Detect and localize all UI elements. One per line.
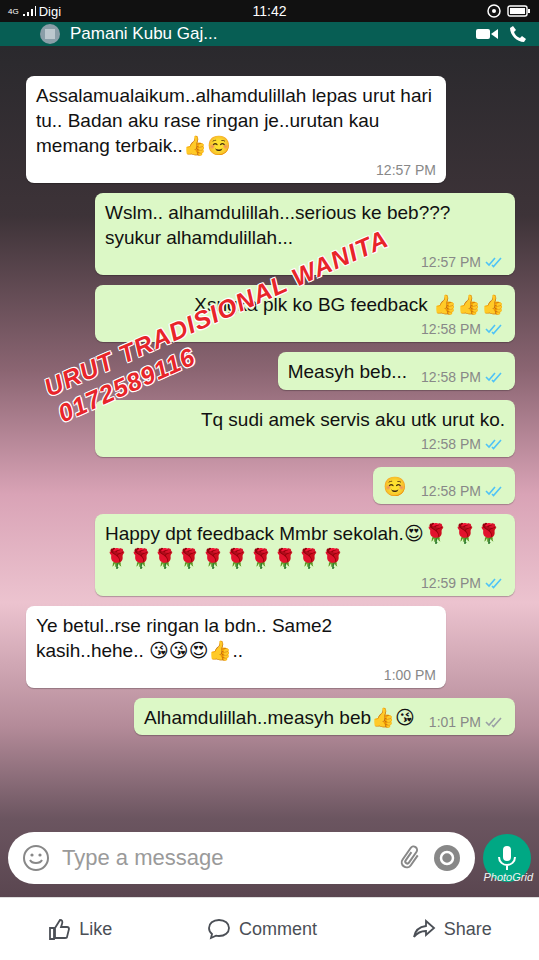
read-ticks-icon: [485, 371, 505, 383]
message-bubble[interactable]: Assalamualaikum..alhamdulillah lepas uru…: [26, 76, 446, 183]
read-ticks-icon: [485, 716, 505, 728]
message-row: Wslm.. alhamdulillah...serious ke beb???…: [0, 193, 539, 275]
facebook-action-bar: Like Comment Share: [0, 897, 539, 960]
message-bubble[interactable]: Alhamdulillah..measyh beb👍😘 1:01 PM: [134, 698, 515, 735]
message-text: Happy dpt feedback Mmbr sekolah.😍🌹 🌹🌹🌹🌹🌹…: [105, 521, 505, 571]
input-bar: PhotoGrid: [0, 819, 539, 897]
message-text: Ye betul..rse ringan la bdn.. Same2 kasi…: [36, 613, 436, 663]
read-ticks-icon: [485, 323, 505, 335]
message-bubble[interactable]: Measyh beb... 12:58 PM: [278, 352, 515, 389]
message-row: Measyh beb... 12:58 PM: [0, 352, 539, 389]
action-label: Comment: [239, 919, 317, 940]
battery-icon: [507, 5, 531, 17]
message-time: 12:59 PM: [421, 575, 481, 591]
phone-call-icon[interactable]: [509, 25, 527, 43]
action-label: Share: [444, 919, 492, 940]
signal-icon: [22, 5, 36, 17]
message-row: Alhamdulillah..measyh beb👍😘 1:01 PM: [0, 698, 539, 735]
video-call-icon[interactable]: [475, 26, 499, 42]
attach-icon[interactable]: [399, 844, 423, 872]
message-row: ☺️ 12:58 PM: [0, 467, 539, 504]
message-bubble[interactable]: ☺️ 12:58 PM: [373, 467, 515, 504]
sync-icon: [487, 4, 501, 18]
message-row: Tq sudi amek servis aku utk urut ko. 12:5…: [0, 400, 539, 457]
chat-header[interactable]: Pamani Kubu Gaj...: [0, 22, 539, 46]
avatar-icon[interactable]: [40, 24, 60, 44]
message-meta: 12:57 PM: [407, 250, 505, 270]
message-meta: 1:00 PM: [370, 663, 436, 683]
message-row: Ye betul..rse ringan la bdn.. Same2 kasi…: [0, 606, 539, 688]
message-meta: 12:58 PM: [407, 317, 505, 337]
read-ticks-icon: [485, 485, 505, 497]
action-button[interactable]: Comment: [197, 911, 327, 947]
network-type: 4G: [8, 7, 19, 16]
watermark: URUT TRADISIONAL WANITA0172589116: [40, 224, 405, 428]
carrier: Digi: [39, 4, 61, 19]
message-row: Assalamualaikum..alhamdulillah lepas uru…: [0, 76, 539, 183]
watermark-title: URUT TRADISIONAL WANITA: [40, 224, 393, 402]
message-text: ☺️: [383, 474, 407, 499]
microphone-icon: [497, 845, 517, 871]
message-bubble[interactable]: Wslm.. alhamdulillah...serious ke beb???…: [95, 193, 515, 275]
message-meta: 12:58 PM: [407, 365, 505, 385]
message-time: 1:00 PM: [384, 667, 436, 683]
message-time: 1:01 PM: [429, 714, 481, 730]
message-text: Xsngka plk ko BG feedback 👍👍👍: [194, 292, 505, 317]
message-row: Xsngka plk ko BG feedback 👍👍👍 12:58 PM: [0, 285, 539, 342]
like-icon: [47, 917, 71, 941]
watermark-phone: 0172589116: [52, 250, 405, 428]
clock: 11:42: [182, 3, 356, 19]
message-bubble[interactable]: Xsngka plk ko BG feedback 👍👍👍 12:58 PM: [95, 285, 515, 342]
share-icon: [412, 917, 436, 941]
contact-name: Pamani Kubu Gaj...: [70, 24, 465, 44]
message-time: 12:58 PM: [421, 436, 481, 452]
action-label: Like: [79, 919, 112, 940]
message-bubble[interactable]: Ye betul..rse ringan la bdn.. Same2 kasi…: [26, 606, 446, 688]
photogrid-watermark: PhotoGrid: [483, 871, 533, 883]
action-button[interactable]: Share: [402, 911, 502, 947]
status-bar: 4G Digi 11:42: [0, 0, 539, 22]
comment-icon: [207, 917, 231, 941]
message-meta: 12:58 PM: [407, 432, 505, 452]
message-time: 12:57 PM: [421, 254, 481, 270]
read-ticks-icon: [485, 256, 505, 268]
message-text: Tq sudi amek servis aku utk urut ko.: [201, 407, 505, 432]
message-meta: 12:59 PM: [407, 571, 505, 591]
message-meta: 12:58 PM: [407, 479, 505, 499]
emoji-icon[interactable]: [22, 844, 50, 872]
action-button[interactable]: Like: [37, 911, 122, 947]
chat-area[interactable]: Assalamualaikum..alhamdulillah lepas uru…: [0, 46, 539, 819]
message-input[interactable]: [60, 844, 389, 872]
message-time: 12:57 PM: [376, 162, 436, 178]
message-text: Alhamdulillah..measyh beb👍😘: [144, 705, 415, 730]
message-bubble[interactable]: Tq sudi amek servis aku utk urut ko. 12:5…: [95, 400, 515, 457]
read-ticks-icon: [485, 577, 505, 589]
read-ticks-icon: [485, 438, 505, 450]
message-bubble[interactable]: Happy dpt feedback Mmbr sekolah.😍🌹 🌹🌹🌹🌹🌹…: [95, 514, 515, 596]
message-time: 12:58 PM: [421, 483, 481, 499]
message-meta: 12:57 PM: [362, 158, 436, 178]
message-text: Wslm.. alhamdulillah...serious ke beb???…: [105, 200, 505, 250]
message-time: 12:58 PM: [421, 369, 481, 385]
message-field[interactable]: [8, 832, 475, 884]
message-time: 12:58 PM: [421, 321, 481, 337]
camera-icon[interactable]: [433, 844, 461, 872]
message-row: Happy dpt feedback Mmbr sekolah.😍🌹 🌹🌹🌹🌹🌹…: [0, 514, 539, 596]
message-meta: 1:01 PM: [415, 710, 505, 730]
message-text: Assalamualaikum..alhamdulillah lepas uru…: [36, 83, 436, 158]
message-text: Measyh beb...: [288, 359, 407, 384]
